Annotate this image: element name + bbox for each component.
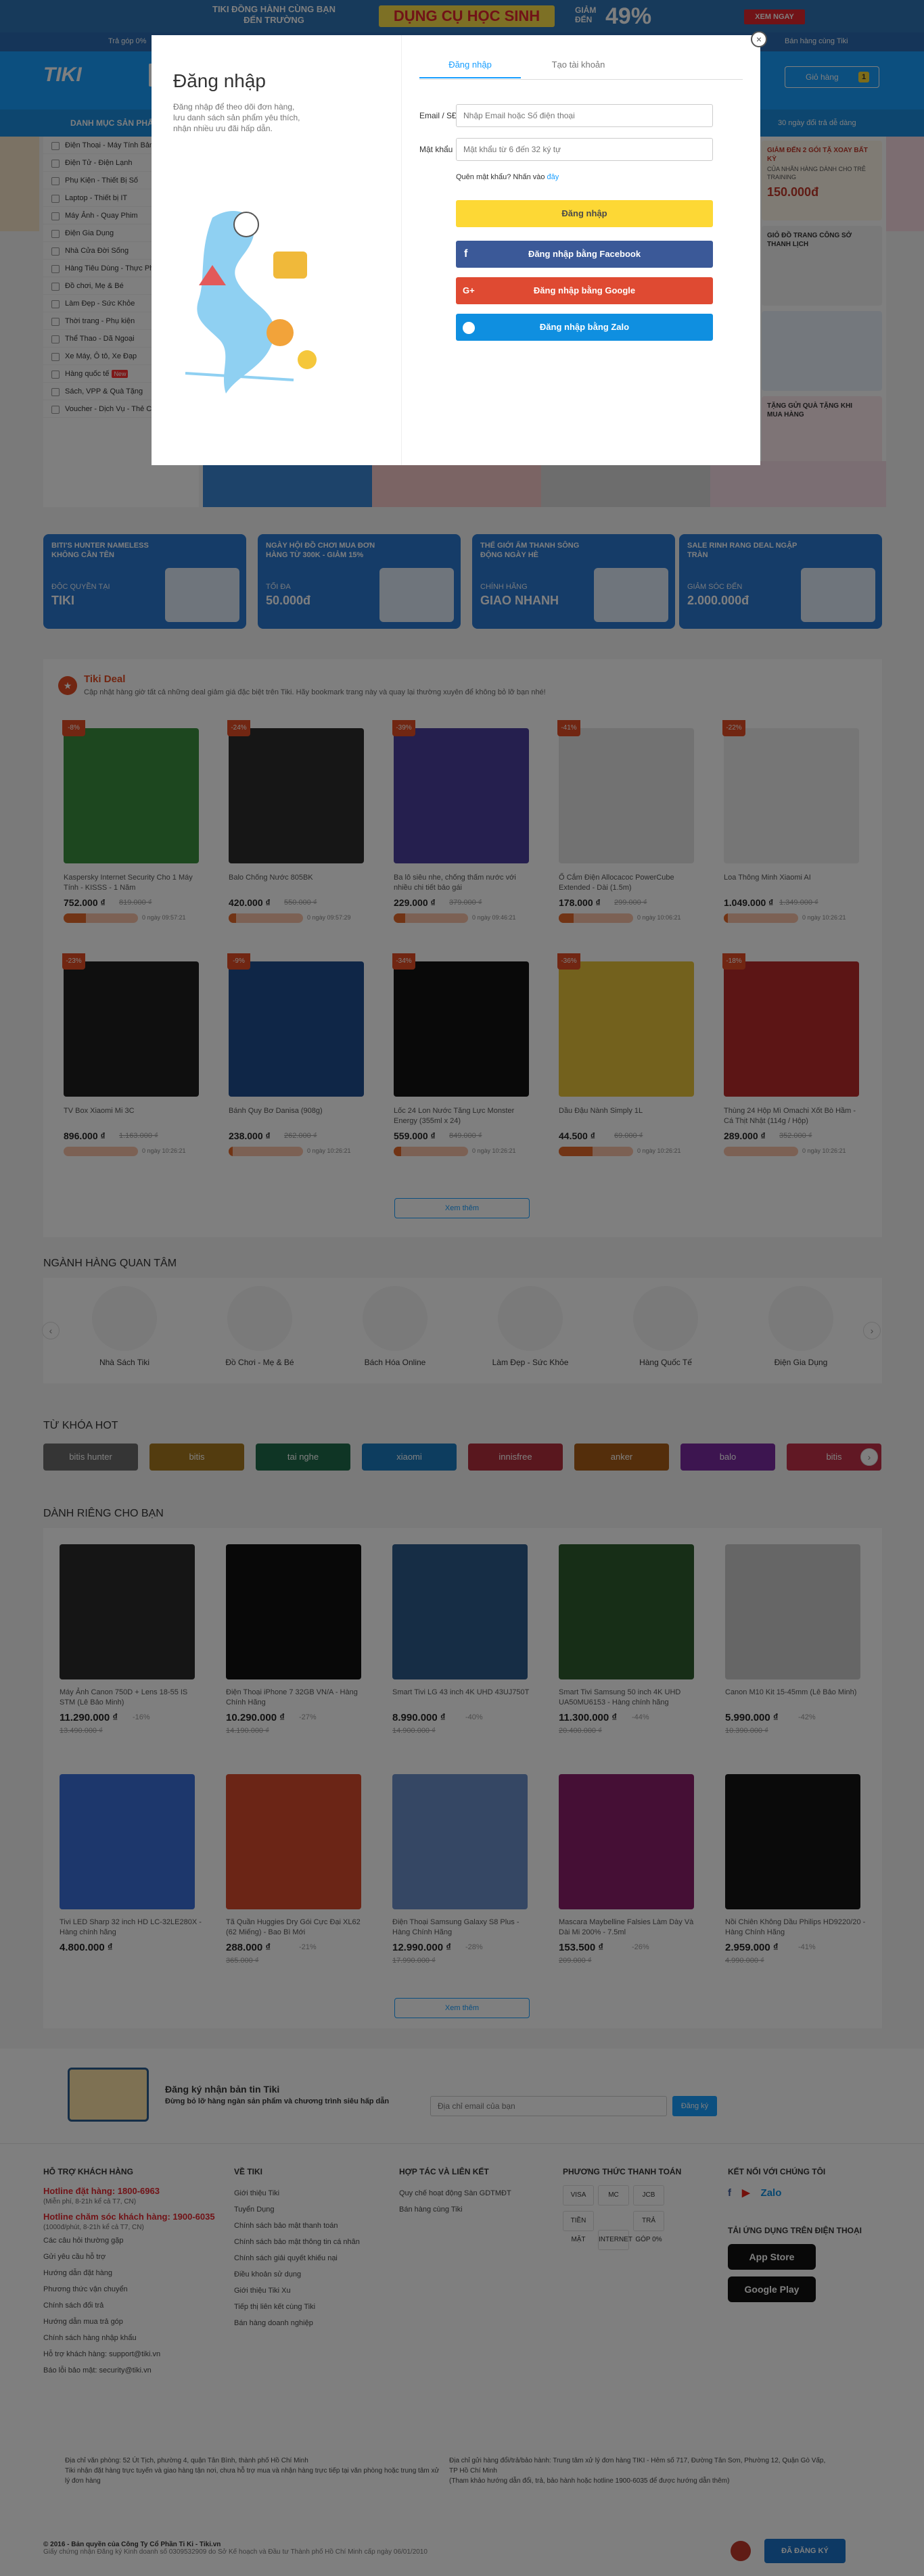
forgot-password-text: Quên mật khẩu? Nhấn vào bbox=[456, 173, 545, 181]
zalo-login-label: Đăng nhập bằng Zalo bbox=[539, 322, 630, 332]
forgot-password: Quên mật khẩu? Nhấn vào đây bbox=[456, 173, 559, 181]
close-icon[interactable]: × bbox=[751, 31, 767, 47]
vietnam-map-illustration bbox=[185, 211, 317, 393]
google-login-button[interactable]: G+ Đăng nhập bằng Google bbox=[456, 277, 713, 304]
tab-divider bbox=[419, 79, 743, 80]
forgot-password-link[interactable]: đây bbox=[547, 173, 559, 181]
modal-title: Đăng nhập bbox=[173, 70, 267, 91]
login-button[interactable]: Đăng nhập bbox=[456, 200, 713, 227]
zalo-icon bbox=[463, 322, 475, 334]
email-field[interactable] bbox=[456, 104, 713, 127]
zalo-login-button[interactable]: Đăng nhập bằng Zalo bbox=[456, 314, 713, 341]
facebook-login-button[interactable]: f Đăng nhập bằng Facebook bbox=[456, 241, 713, 268]
facebook-login-label: Đăng nhập bằng Facebook bbox=[528, 249, 641, 259]
modal-description: Đăng nhập để theo dõi đơn hàng, lưu danh… bbox=[173, 102, 300, 133]
modal-right-panel: Đăng nhập Tạo tài khoản Email / SĐT Mật … bbox=[402, 35, 760, 465]
tab-login[interactable]: Đăng nhập bbox=[419, 59, 521, 78]
facebook-icon: f bbox=[464, 248, 468, 260]
tab-register[interactable]: Tạo tài khoản bbox=[528, 59, 629, 78]
login-modal: Đăng nhập Đăng nhập để theo dõi đơn hàng… bbox=[152, 35, 760, 465]
google-plus-icon: G+ bbox=[463, 285, 475, 295]
google-login-label: Đăng nhập bằng Google bbox=[533, 285, 636, 295]
password-label: Mật khẩu bbox=[419, 145, 453, 154]
password-field[interactable] bbox=[456, 138, 713, 161]
modal-left-panel: Đăng nhập Đăng nhập để theo dõi đơn hàng… bbox=[152, 35, 402, 465]
